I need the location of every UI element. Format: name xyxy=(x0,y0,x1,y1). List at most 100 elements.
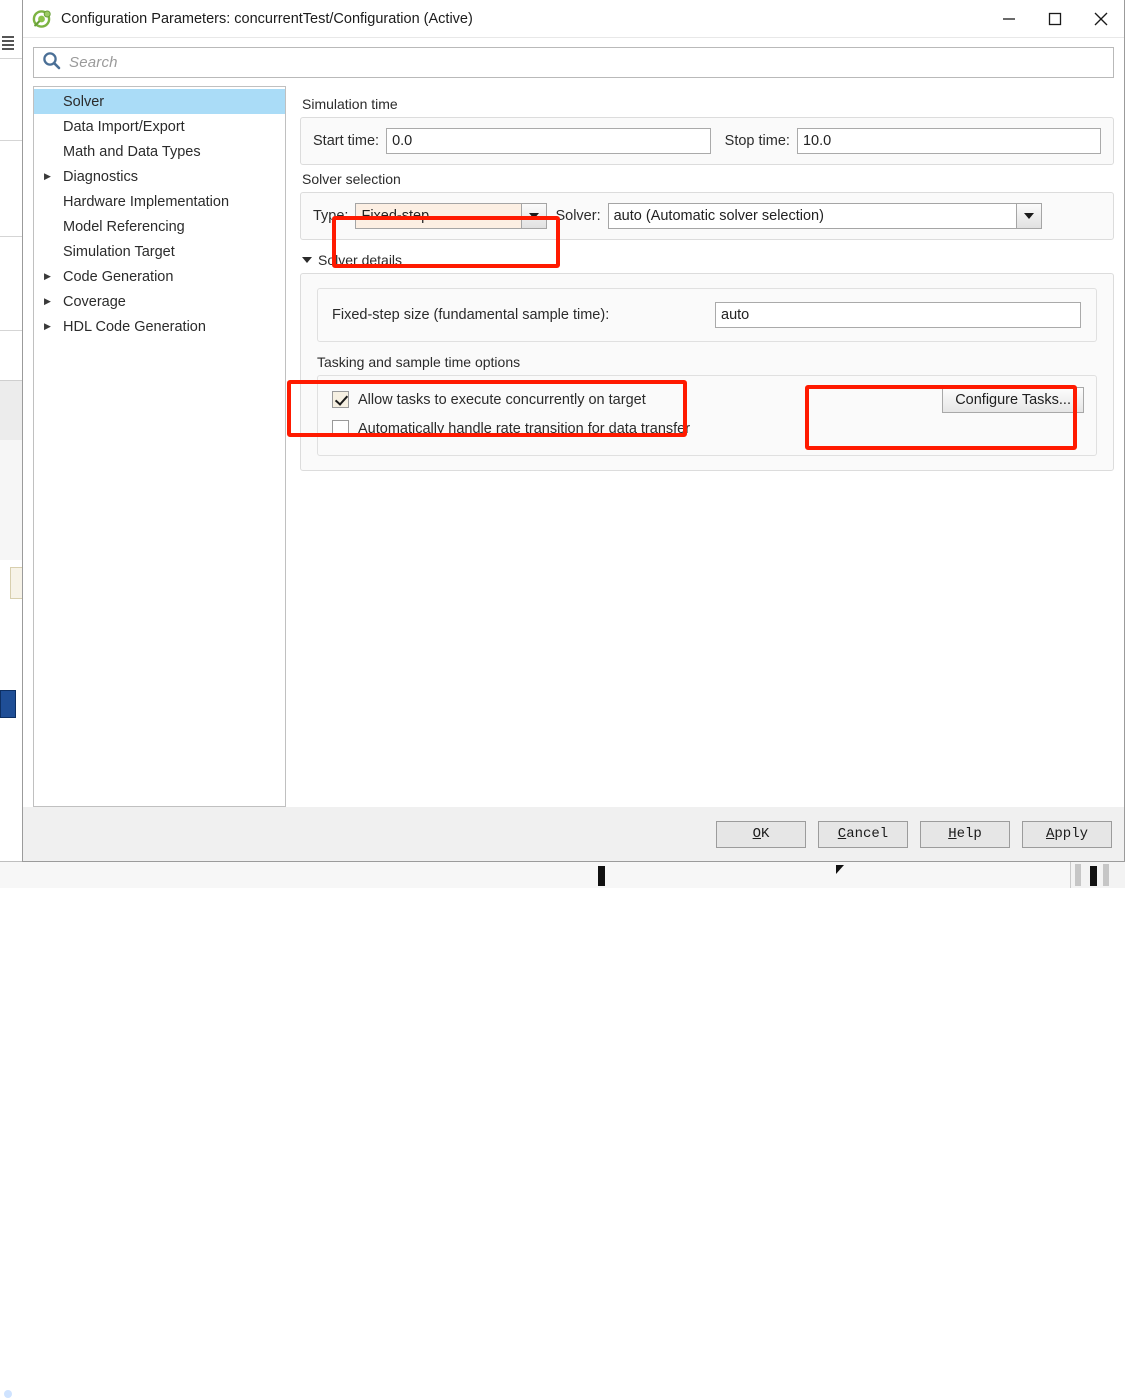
ok-button[interactable]: OK xyxy=(716,820,806,848)
allow-concurrent-row[interactable]: Allow tasks to execute concurrently on t… xyxy=(318,385,942,414)
search-icon xyxy=(42,51,61,75)
title-bar: Configuration Parameters: concurrentTest… xyxy=(23,0,1124,38)
background-scroll-thumb[interactable] xyxy=(1103,864,1109,886)
solver-details-title: Solver details xyxy=(318,252,403,268)
solver-type-combo[interactable]: Fixed-step xyxy=(355,203,548,229)
background-bottom-cell xyxy=(102,862,213,888)
background-taskbar-item xyxy=(0,690,16,1398)
solver-details-toggle[interactable]: Solver details xyxy=(302,252,1114,268)
auto-rate-transition-label: Automatically handle rate transition for… xyxy=(358,420,691,437)
hamburger-icon xyxy=(2,36,14,50)
start-time-input[interactable]: 0.0 xyxy=(386,128,711,154)
solver-type-label: Type: xyxy=(313,208,349,224)
allow-concurrent-label: Allow tasks to execute concurrently on t… xyxy=(358,391,646,408)
background-divider xyxy=(0,236,22,237)
background-bottom-cell xyxy=(630,862,1071,888)
sidebar-item-label: HDL Code Generation xyxy=(63,318,206,335)
background-bottom-cell xyxy=(40,862,103,888)
solver-pane: Simulation time Start time: 0.0 Stop tim… xyxy=(286,86,1114,807)
background-bottom-cell xyxy=(0,862,41,888)
maximize-button[interactable] xyxy=(1032,0,1078,37)
tasking-options-title: Tasking and sample time options xyxy=(317,354,521,370)
background-marker xyxy=(598,866,605,886)
settings-tree[interactable]: ▶Solver▶Data Import/Export▶Math and Data… xyxy=(33,86,286,807)
close-button[interactable] xyxy=(1078,0,1124,37)
background-divider xyxy=(0,58,22,59)
window-title: Configuration Parameters: concurrentTest… xyxy=(61,10,473,27)
solver-label: Solver: xyxy=(555,208,601,224)
background-taskbar-icon xyxy=(4,1390,12,1398)
sidebar-item-label: Code Generation xyxy=(63,268,174,285)
dialog-footer: O K Cancel Help Apply xyxy=(23,807,1124,861)
apply-button[interactable]: Apply xyxy=(1022,820,1112,848)
simulation-time-group: Start time: 0.0 Stop time: 10.0 xyxy=(300,117,1114,165)
solver-selection-group: Type: Fixed-step Solver: auto (Automatic… xyxy=(300,192,1114,240)
sidebar-item-model-referencing[interactable]: ▶Model Referencing xyxy=(34,214,285,239)
background-panel xyxy=(0,440,22,560)
auto-rate-transition-checkbox[interactable] xyxy=(332,420,349,437)
sidebar-item-hdl-code-generation[interactable]: ▶ HDL Code Generation xyxy=(34,314,285,339)
sidebar-item-code-generation[interactable]: ▶ Code Generation xyxy=(34,264,285,289)
sidebar-item-hardware-implementation[interactable]: ▶Hardware Implementation xyxy=(34,189,285,214)
solver-type-value: Fixed-step xyxy=(361,208,430,224)
background-marker xyxy=(1090,866,1097,886)
help-button[interactable]: Help xyxy=(920,820,1010,848)
simulink-logo-icon xyxy=(32,9,52,29)
sidebar-item-solver[interactable]: ▶Solver xyxy=(34,89,285,114)
simulation-time-row: Start time: 0.0 Stop time: 10.0 xyxy=(301,118,1113,164)
sidebar-item-coverage[interactable]: ▶ Coverage xyxy=(34,289,285,314)
background-left-window xyxy=(0,0,23,1398)
chevron-down-icon[interactable] xyxy=(1015,204,1041,228)
sidebar-item-math-and-data-types[interactable]: ▶Math and Data Types xyxy=(34,139,285,164)
stop-time-input[interactable]: 10.0 xyxy=(796,128,1101,154)
solver-selection-row: Type: Fixed-step Solver: auto (Automatic… xyxy=(301,193,1113,239)
expand-arrow-icon[interactable]: ▶ xyxy=(44,272,58,281)
sidebar-item-label: Simulation Target xyxy=(63,243,175,260)
tasking-options-box: Allow tasks to execute concurrently on t… xyxy=(317,375,1097,456)
background-bottom-bar xyxy=(0,861,1125,888)
sidebar-item-label: Solver xyxy=(63,93,105,110)
sidebar-item-label: Math and Data Types xyxy=(63,143,201,160)
sidebar-item-label: Data Import/Export xyxy=(63,118,185,135)
sidebar-item-label: Diagnostics xyxy=(63,168,138,185)
start-time-label: Start time: xyxy=(313,133,380,149)
background-bottom-cell xyxy=(302,862,631,888)
dialog-body: ▶Solver▶Data Import/Export▶Math and Data… xyxy=(23,86,1124,807)
background-panel xyxy=(0,380,22,442)
expand-arrow-icon[interactable]: ▶ xyxy=(44,172,58,181)
background-divider xyxy=(0,140,22,141)
auto-rate-transition-row[interactable]: Automatically handle rate transition for… xyxy=(318,414,942,443)
expand-arrow-icon[interactable]: ▶ xyxy=(44,297,58,306)
sidebar-item-data-import-export[interactable]: ▶Data Import/Export xyxy=(34,114,285,139)
fixed-step-size-input[interactable]: auto xyxy=(715,302,1081,328)
fixed-step-size-box: Fixed-step size (fundamental sample time… xyxy=(317,288,1097,342)
background-divider xyxy=(0,330,22,331)
sidebar-item-label: Hardware Implementation xyxy=(63,193,230,210)
fixed-step-size-row: Fixed-step size (fundamental sample time… xyxy=(318,289,1096,341)
solver-combo[interactable]: auto (Automatic solver selection) xyxy=(607,203,1042,229)
background-marker xyxy=(836,865,844,874)
solver-details-group: Fixed-step size (fundamental sample time… xyxy=(300,273,1114,471)
search-input[interactable]: Search xyxy=(33,47,1114,78)
sidebar-item-diagnostics[interactable]: ▶ Diagnostics xyxy=(34,164,285,189)
allow-concurrent-checkbox[interactable] xyxy=(332,391,349,408)
chevron-down-icon xyxy=(302,257,312,263)
sidebar-item-simulation-target[interactable]: ▶Simulation Target xyxy=(34,239,285,264)
chevron-down-icon[interactable] xyxy=(521,204,547,228)
cancel-button[interactable]: Cancel xyxy=(818,820,908,848)
solver-selection-title: Solver selection xyxy=(302,171,401,187)
minimize-button[interactable] xyxy=(986,0,1032,37)
background-bottom-cell xyxy=(212,862,303,888)
background-tab xyxy=(10,567,22,599)
fixed-step-size-label: Fixed-step size (fundamental sample time… xyxy=(332,307,610,323)
solver-value: auto (Automatic solver selection) xyxy=(613,208,824,224)
sidebar-item-label: Coverage xyxy=(63,293,126,310)
background-scroll-thumb[interactable] xyxy=(1075,864,1081,886)
configuration-parameters-dialog: Configuration Parameters: concurrentTest… xyxy=(22,0,1125,862)
configure-tasks-button[interactable]: Configure Tasks... xyxy=(942,387,1084,413)
expand-arrow-icon[interactable]: ▶ xyxy=(44,322,58,331)
search-placeholder: Search xyxy=(69,54,118,71)
simulation-time-title: Simulation time xyxy=(302,96,398,112)
sidebar-item-label: Model Referencing xyxy=(63,218,185,235)
stop-time-label: Stop time: xyxy=(724,133,790,149)
